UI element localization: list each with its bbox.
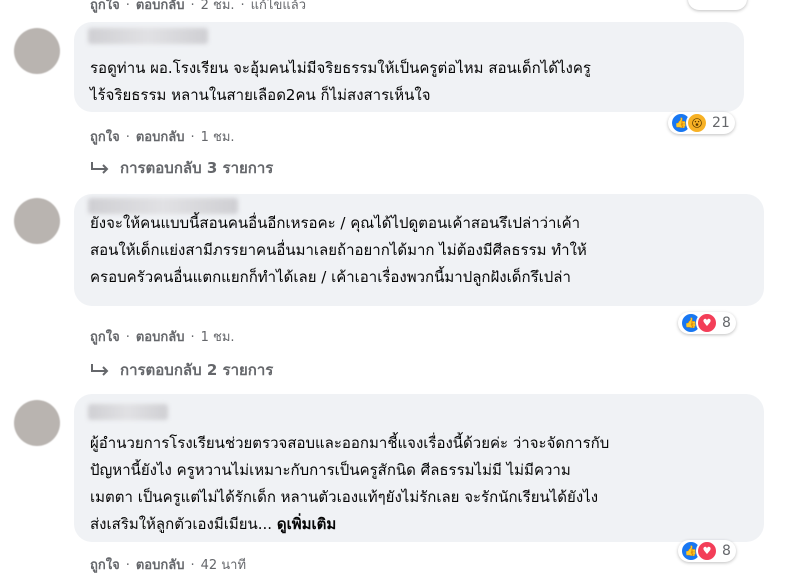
comment-bubble: ผู้อำนวยการโรงเรียนช่วยตรวจสอบและออกมาชี… xyxy=(74,394,764,542)
avatar[interactable] xyxy=(14,198,60,244)
comment-bubble: ยังจะให้คนแบบนี้สอนคนอื่นอีกเหรอคะ / คุณ… xyxy=(74,194,764,306)
comment-bubble: รอดูท่าน ผอ.โรงเรียน จะอุ้มคนไม่มีจริยธร… xyxy=(74,22,744,112)
replies-label: การตอบกลับ 2 รายการ xyxy=(120,361,274,379)
reply-link[interactable]: ตอบกลับ xyxy=(136,558,185,573)
comment-meta-top: ถูกใจ · ตอบกลับ · 2 ชม. · แก้ไขแล้ว xyxy=(90,0,306,13)
reply-link[interactable]: ตอบกลับ xyxy=(136,330,185,345)
like-link[interactable]: ถูกใจ xyxy=(90,0,120,13)
comment-meta: ถูกใจ · ตอบกลับ · 1 ชม. xyxy=(90,330,235,345)
comment-meta: ถูกใจ · ตอบกลับ · 42 นาที xyxy=(90,558,247,573)
wow-icon: 😮 xyxy=(686,112,708,134)
reaction-summary[interactable]: 👍 ♥ 8 xyxy=(678,540,736,562)
reply-link[interactable]: ตอบกลับ xyxy=(136,130,185,145)
reaction-count: 8 xyxy=(722,315,731,331)
author-name[interactable] xyxy=(88,404,168,420)
replies-label: การตอบกลับ 3 รายการ xyxy=(120,159,274,177)
love-icon: ♥ xyxy=(696,540,718,562)
timestamp[interactable]: 2 ชม. xyxy=(201,0,235,13)
avatar[interactable] xyxy=(14,28,60,74)
comment-text: ผู้อำนวยการโรงเรียนช่วยตรวจสอบและออกมาชี… xyxy=(90,434,610,533)
see-more-link[interactable]: ดูเพิ่มเติม xyxy=(277,515,336,533)
edited-label: แก้ไขแล้ว xyxy=(250,0,306,13)
reply-arrow-icon xyxy=(91,162,109,174)
like-link[interactable]: ถูกใจ xyxy=(90,558,120,573)
reply-arrow-icon xyxy=(91,364,109,376)
reaction-count: 21 xyxy=(712,115,730,131)
timestamp[interactable]: 1 ชม. xyxy=(201,330,235,345)
reaction-count: 8 xyxy=(722,543,731,559)
reaction-summary-top[interactable] xyxy=(688,0,747,10)
like-link[interactable]: ถูกใจ xyxy=(90,330,120,345)
reply-link[interactable]: ตอบกลับ xyxy=(136,0,185,13)
reaction-summary[interactable]: 👍 😮 21 xyxy=(668,112,735,134)
love-icon: ♥ xyxy=(696,312,718,334)
view-replies-button[interactable]: การตอบกลับ 2 รายการ xyxy=(90,358,273,382)
avatar[interactable] xyxy=(14,400,60,446)
timestamp[interactable]: 1 ชม. xyxy=(201,130,235,145)
author-name[interactable] xyxy=(88,28,208,44)
comment-meta: ถูกใจ · ตอบกลับ · 1 ชม. xyxy=(90,130,235,145)
comment-text: ยังจะให้คนแบบนี้สอนคนอื่นอีกเหรอคะ / คุณ… xyxy=(90,214,587,286)
like-link[interactable]: ถูกใจ xyxy=(90,130,120,145)
timestamp[interactable]: 42 นาที xyxy=(201,558,246,573)
reaction-summary[interactable]: 👍 ♥ 8 xyxy=(678,312,736,334)
comment-text: รอดูท่าน ผอ.โรงเรียน จะอุ้มคนไม่มีจริยธร… xyxy=(90,59,591,104)
view-replies-button[interactable]: การตอบกลับ 3 รายการ xyxy=(90,156,273,180)
